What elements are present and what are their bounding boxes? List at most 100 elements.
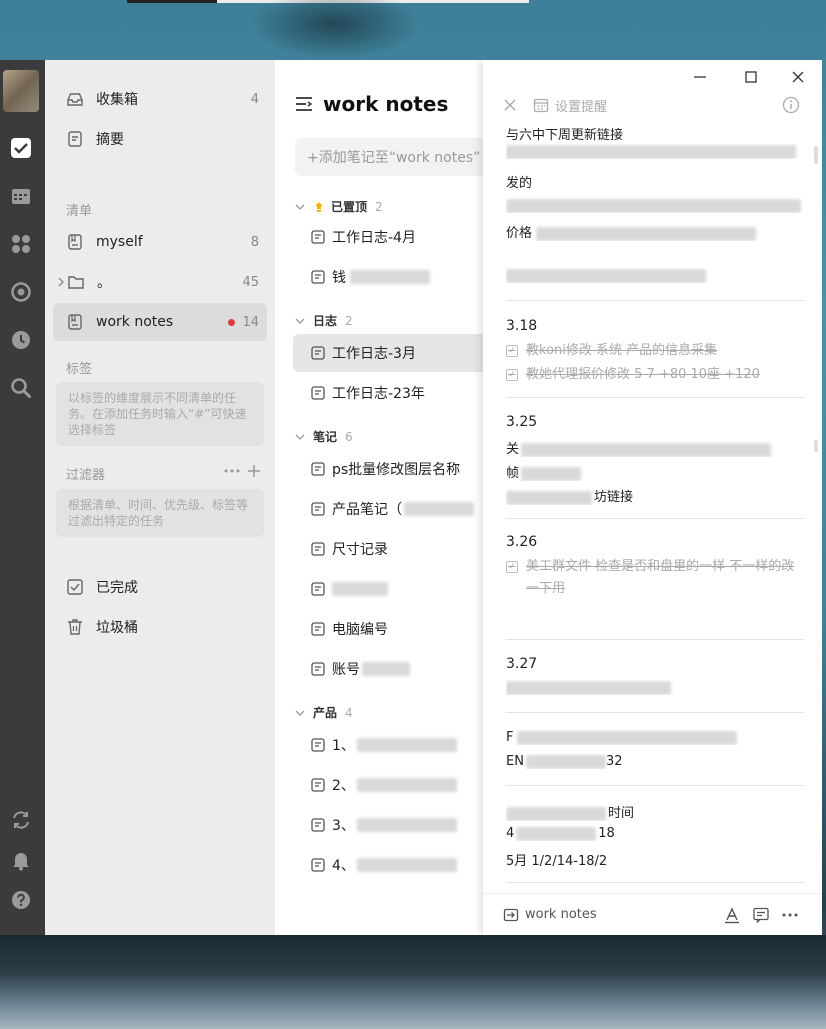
note-icon (311, 818, 325, 832)
note-title: 尺寸记录 (332, 542, 388, 558)
task-nav-icon[interactable] (8, 135, 34, 161)
checkbox-checked[interactable]: ✓ (506, 369, 518, 381)
group-header-log[interactable]: 日志 2 (295, 312, 353, 329)
sidebar-item-folder[interactable]: 。 45 (53, 263, 267, 301)
group-count: 2 (375, 199, 383, 214)
sidebar-item-summary[interactable]: 摘要 (53, 120, 267, 158)
clock-nav-icon[interactable] (8, 327, 34, 353)
group-count: 6 (345, 429, 353, 444)
inbox-icon (67, 93, 83, 106)
task-item[interactable]: ✓ 美工群文件 检查是否和盘里的一样 不一样的改一下用 (506, 556, 806, 600)
wallpaper-branch (250, 0, 420, 60)
close-icon[interactable] (503, 98, 517, 112)
group-name: 已置顶 (331, 200, 368, 214)
bell-icon[interactable] (8, 847, 34, 873)
maximize-icon[interactable] (740, 68, 762, 86)
scrollbar[interactable] (814, 146, 818, 164)
group-header-notes[interactable]: 笔记 6 (295, 428, 353, 445)
focus-nav-icon[interactable] (8, 279, 34, 305)
section-title: 3.18 (506, 318, 538, 334)
sidebar-item-completed[interactable]: 已完成 (53, 568, 267, 606)
search-nav-icon[interactable] (8, 375, 34, 401)
detail-toolbar: 设置提醒 (503, 94, 803, 116)
more-icon[interactable] (224, 466, 240, 476)
note-item[interactable]: 工作日志-23年 (293, 374, 493, 412)
sidebar-item-trash[interactable]: 垃圾桶 (53, 608, 267, 646)
text-format-icon[interactable] (723, 906, 741, 924)
note-item-selected[interactable]: 工作日志-3月 (293, 334, 493, 372)
text-line: 4 18 (506, 826, 615, 841)
note-icon (311, 622, 325, 636)
group-count: 2 (345, 313, 353, 328)
sidebar-item-inbox[interactable]: 收集箱 4 (53, 80, 267, 118)
sidebar-item-myself[interactable]: myself 8 (53, 223, 267, 261)
calendar-icon[interactable] (533, 97, 549, 113)
comment-icon[interactable] (752, 906, 770, 924)
note-icon (311, 778, 325, 792)
count-badge: 45 (242, 274, 259, 290)
avatar[interactable] (3, 70, 39, 112)
divider (506, 712, 804, 713)
note-item[interactable]: 钱 (293, 258, 493, 296)
nav-rail (0, 60, 45, 935)
note-item[interactable]: ps批量修改图层名称 (293, 450, 493, 488)
add-note-input[interactable]: +添加笔记至“work notes” (295, 138, 495, 176)
divider (506, 882, 804, 883)
sidebar-item-work-notes[interactable]: work notes 14 (53, 303, 267, 341)
note-item[interactable]: 电脑编号 (293, 610, 493, 648)
list-icon (68, 234, 82, 250)
menu-icon[interactable] (295, 96, 313, 112)
note-title: 账号 (332, 662, 360, 678)
app-window: 收集箱 4 摘要 清单 myself 8 。 45 work notes 14 … (0, 60, 822, 935)
sidebar-item-label: 摘要 (96, 132, 124, 148)
detail-footer: work notes (483, 893, 822, 935)
group-header-products[interactable]: 产品 4 (295, 704, 353, 721)
note-body[interactable]: 与六中下周更新链接 发的 价格 3.18 ✓ 教koni修改 系统 产品的信息采集… (483, 128, 822, 893)
note-item[interactable] (293, 570, 493, 608)
checkbox-checked[interactable]: ✓ (506, 345, 518, 357)
calendar-nav-icon[interactable] (8, 183, 34, 209)
note-item[interactable]: 1、 (293, 726, 493, 764)
group-count: 4 (345, 705, 353, 720)
note-title: 3、 (332, 818, 355, 834)
note-item[interactable]: 工作日志-4月 (293, 218, 493, 256)
note-item[interactable]: 3、 (293, 806, 493, 844)
note-item[interactable]: 产品笔记（ (293, 490, 493, 528)
count-badge: 8 (250, 234, 259, 250)
plus-icon[interactable] (247, 464, 261, 478)
section-title: 3.26 (506, 534, 538, 550)
note-icon (311, 270, 325, 284)
checkbox-checked[interactable]: ✓ (506, 561, 518, 573)
text-line: 与六中下周更新链接 (506, 128, 624, 143)
text-line: EN 32 (506, 754, 623, 769)
note-title: 2、 (332, 778, 355, 794)
note-item[interactable]: 4、 (293, 846, 493, 884)
minimize-icon[interactable] (689, 68, 711, 86)
note-icon (311, 662, 325, 676)
move-to-list-icon[interactable] (503, 907, 519, 923)
footer-list-name[interactable]: work notes (525, 907, 597, 922)
filters-heading: 过滤器 (66, 468, 106, 483)
sidebar-item-label: work notes (96, 314, 174, 330)
text-line: 价格 (506, 222, 806, 241)
redacted-text (356, 818, 457, 832)
note-icon (311, 542, 325, 556)
more-icon[interactable] (781, 906, 799, 924)
apps-nav-icon[interactable] (8, 231, 34, 257)
scrollbar[interactable] (814, 440, 818, 452)
chevron-right-icon[interactable] (57, 277, 65, 287)
text-line: 发的 (506, 176, 533, 191)
help-icon[interactable] (8, 887, 34, 913)
note-item[interactable]: 2、 (293, 766, 493, 804)
close-window-icon[interactable] (787, 68, 809, 86)
group-header-pinned[interactable]: 已置顶 2 (295, 198, 383, 215)
sidebar-item-label: myself (96, 234, 143, 250)
sync-icon[interactable] (8, 807, 34, 833)
reminder-button[interactable]: 设置提醒 (555, 96, 607, 115)
info-icon[interactable] (782, 96, 800, 114)
note-item[interactable]: 尺寸记录 (293, 530, 493, 568)
task-item[interactable]: ✓ 教她代理报价修改 5 7 +80 10座 +120 (506, 364, 806, 386)
task-item[interactable]: ✓ 教koni修改 系统 产品的信息采集 (506, 340, 806, 362)
note-item[interactable]: 账号 (293, 650, 493, 688)
page-title: work notes (323, 92, 449, 116)
